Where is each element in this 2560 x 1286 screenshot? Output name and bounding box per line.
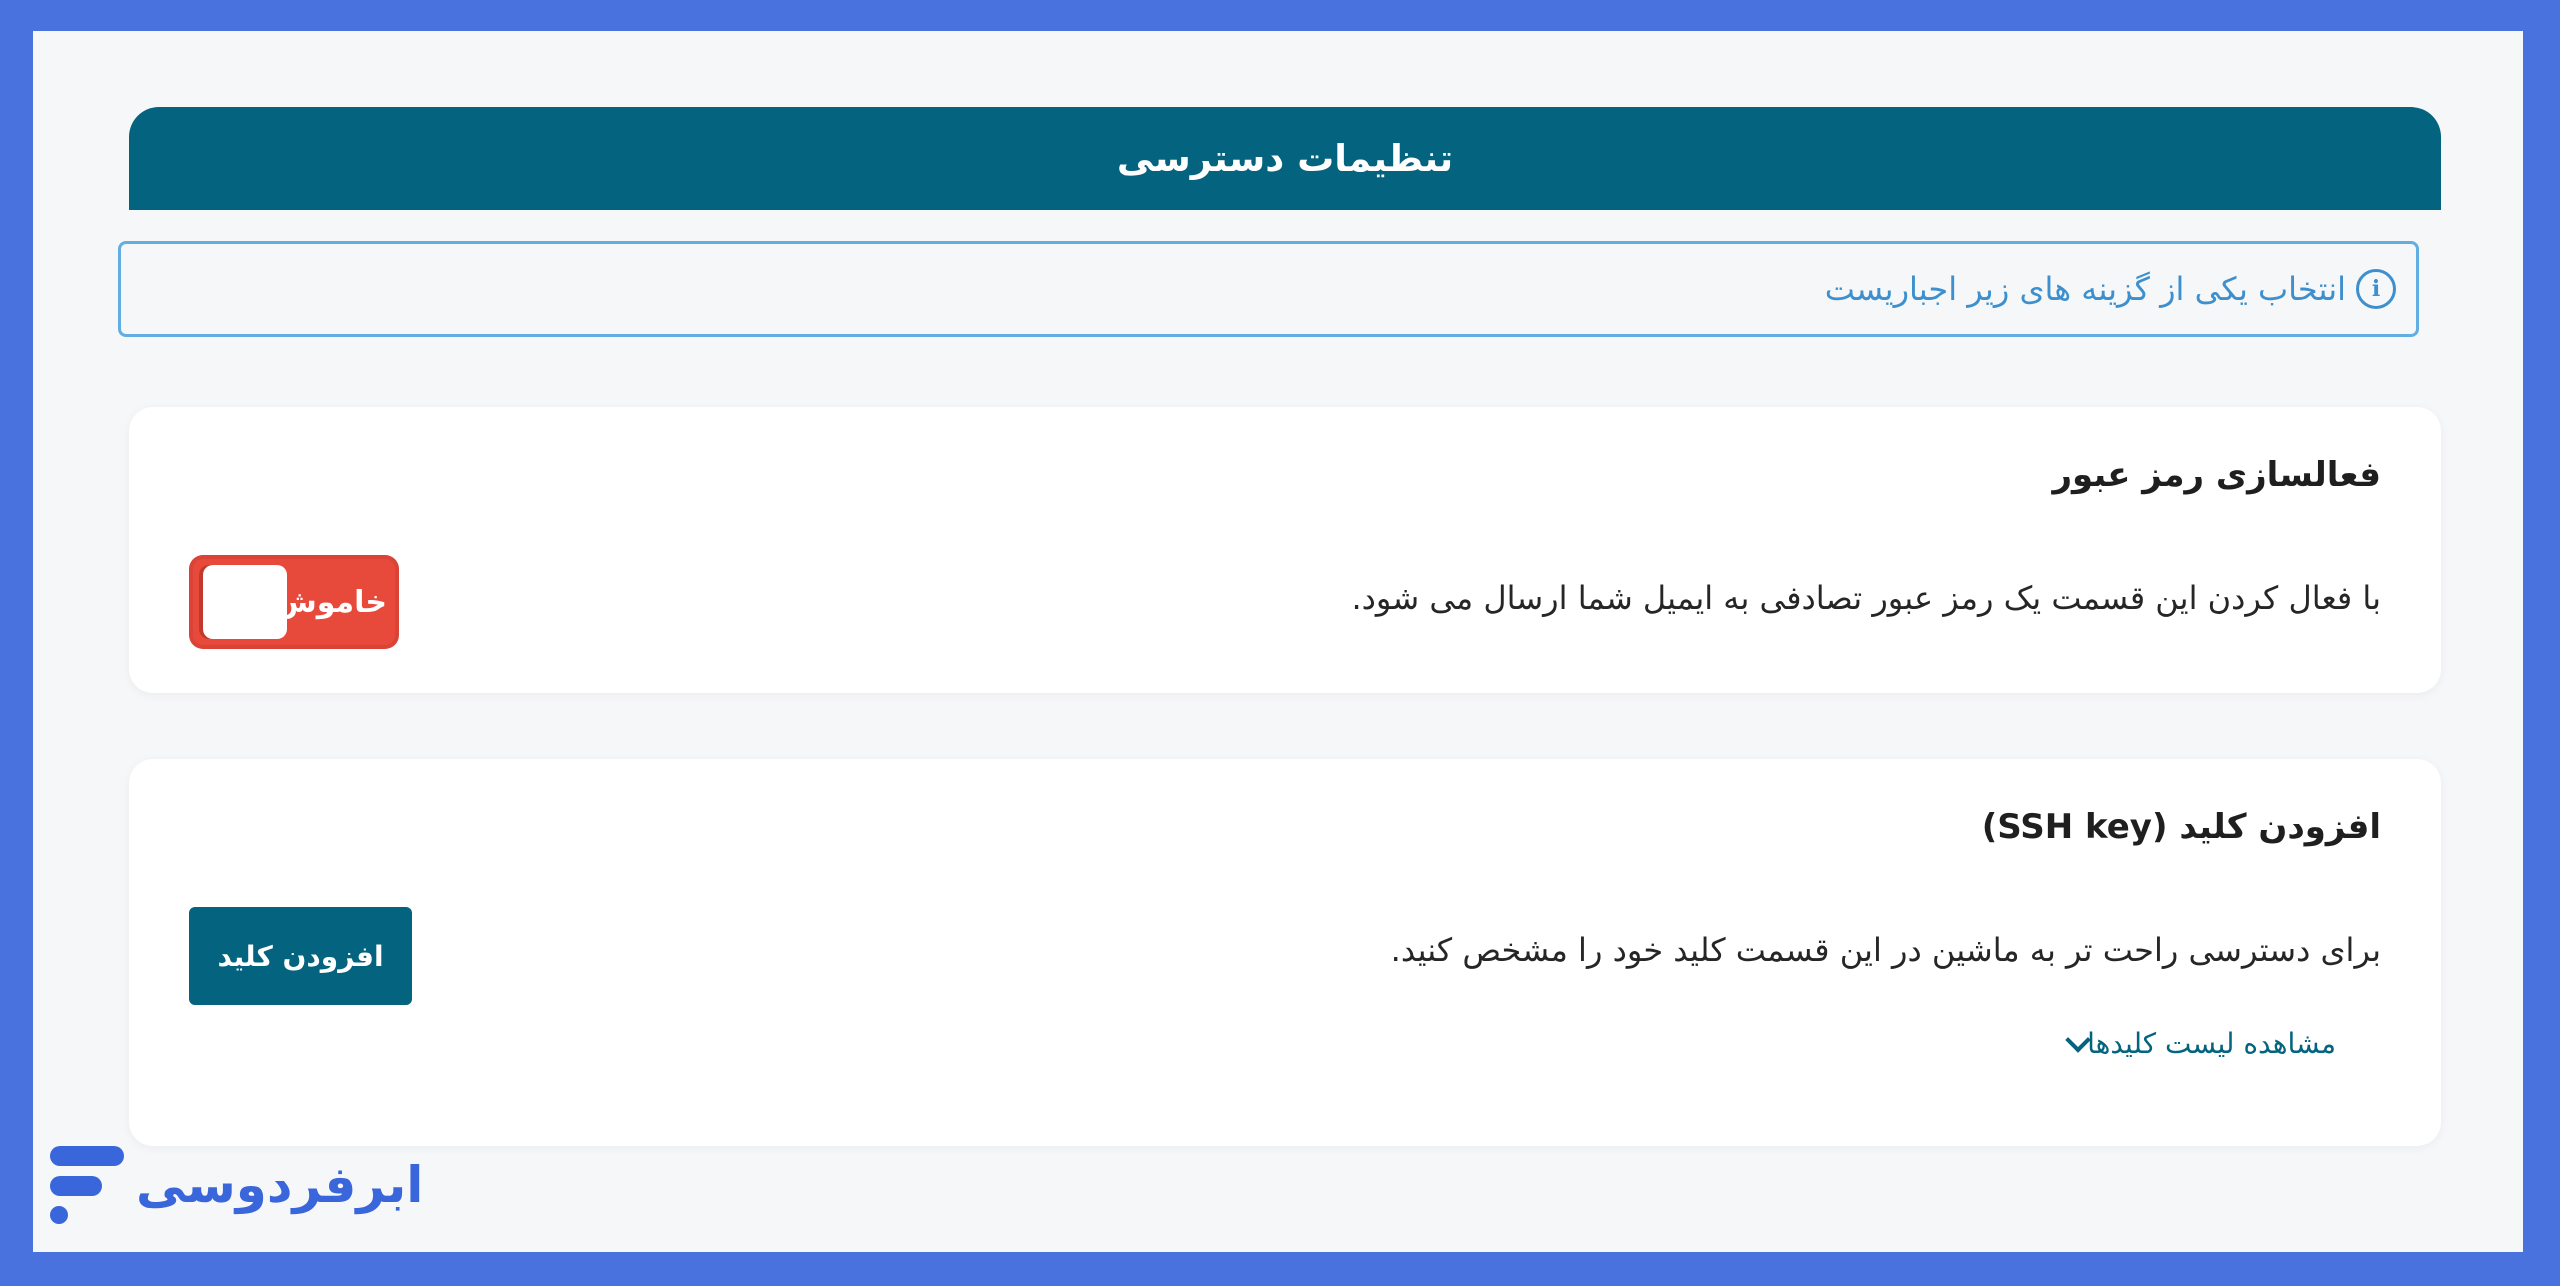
ssh-card-description: برای دسترسی راحت تر به ماشین در این قسمت… xyxy=(1390,931,2381,969)
password-card: فعالسازی رمز عبور با فعال کردن این قسمت … xyxy=(129,407,2441,693)
add-key-button[interactable]: افزودن کلید xyxy=(189,907,412,1005)
brand-name: ابرفردوسی xyxy=(136,1156,424,1214)
password-card-title: فعالسازی رمز عبور xyxy=(2052,455,2381,495)
brand-logo-icon xyxy=(48,1146,126,1224)
section-header: تنظیمات دسترسی xyxy=(129,107,2441,210)
ssh-card-title: افزودن کلید (SSH key) xyxy=(1981,807,2381,847)
required-notice: i انتخاب یکی از گزینه های زیر اجباریست xyxy=(118,241,2419,337)
info-icon: i xyxy=(2356,269,2396,309)
password-toggle[interactable]: خاموش xyxy=(189,555,399,649)
ssh-key-card: افزودن کلید (SSH key) برای دسترسی راحت ت… xyxy=(129,759,2441,1146)
view-keys-list-label: مشاهده لیست کلیدها xyxy=(2087,1027,2336,1060)
page-title: تنظیمات دسترسی xyxy=(1116,137,1454,180)
password-card-description: با فعال کردن این قسمت یک رمز عبور تصادفی… xyxy=(1351,579,2381,617)
brand-watermark: ابرفردوسی xyxy=(48,1146,423,1224)
view-keys-list-toggle[interactable]: مشاهده لیست کلیدها xyxy=(2029,1026,2336,1060)
notice-text: انتخاب یکی از گزینه های زیر اجباریست xyxy=(1824,270,2346,308)
toggle-label: خاموش xyxy=(275,584,387,620)
